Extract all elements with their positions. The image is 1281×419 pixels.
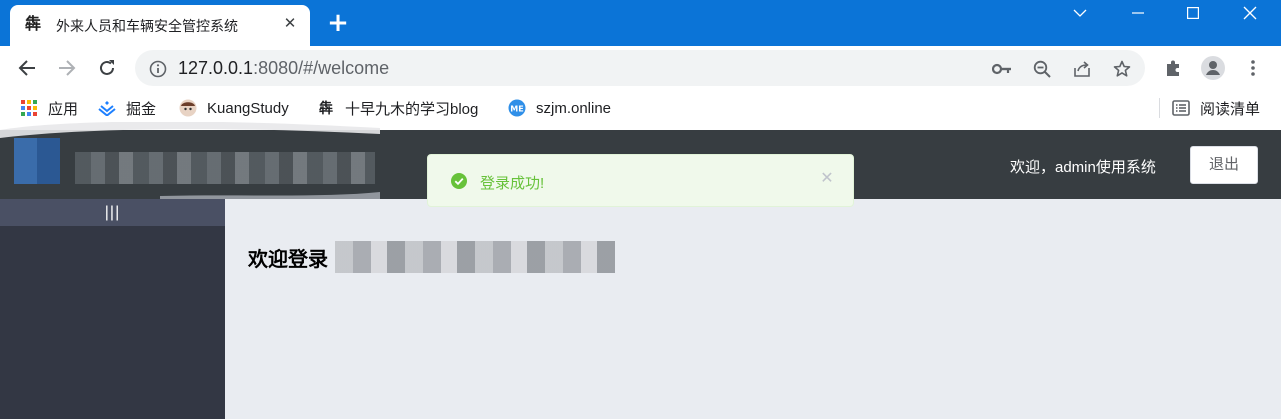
bookmark-label: KuangStudy — [207, 99, 289, 117]
tab-close-icon[interactable]: ✕ — [278, 12, 302, 36]
welcome-heading: 欢迎登录 — [248, 249, 328, 271]
url-host: 127.0.0.1 — [178, 58, 254, 78]
zoom-out-icon[interactable] — [1029, 56, 1055, 82]
logout-button[interactable]: 退出 — [1190, 146, 1258, 184]
bookmark-star-icon[interactable] — [1109, 56, 1135, 82]
bookmark-label: 十早九木的学习blog — [345, 100, 479, 118]
bookmark-apps[interactable]: 应用 — [20, 98, 78, 118]
reading-list[interactable]: 阅读清单 — [1172, 98, 1260, 118]
bookmark-label: 应用 — [48, 100, 79, 118]
browser-tab[interactable]: 犇 外来人员和车辆安全管控系统 ✕ — [10, 5, 310, 46]
kuangstudy-avatar-icon — [179, 99, 197, 117]
back-arrow-icon[interactable] — [11, 52, 43, 84]
bookmark-label: szjm.online — [536, 99, 612, 117]
bookmark-szjm[interactable]: ME szjm.online — [508, 98, 611, 118]
success-toast: 登录成功! ✕ — [427, 154, 854, 207]
password-key-icon[interactable] — [989, 56, 1015, 82]
url-text[interactable]: 127.0.0.1:8080/#/welcome — [178, 58, 389, 79]
bookmark-blog[interactable]: 犇 十早九木的学习blog — [317, 98, 478, 118]
browser-toolbar: 127.0.0.1:8080/#/welcome — [0, 46, 1281, 90]
bookmarks-bar: 应用 掘金 KuangStudy 犇 十早九木的学习blog ME szjm.o… — [0, 90, 1281, 126]
bookmark-label: 掘金 — [126, 100, 157, 118]
reload-icon[interactable] — [91, 52, 123, 84]
juejin-icon — [98, 99, 116, 117]
maximize-icon[interactable] — [1165, 0, 1221, 26]
reading-list-icon — [1172, 99, 1190, 117]
toast-close-icon[interactable]: ✕ — [819, 171, 835, 187]
close-window-icon[interactable] — [1222, 0, 1278, 26]
bookmarks-divider — [1159, 98, 1160, 118]
forward-arrow-icon[interactable] — [51, 52, 83, 84]
tab-favicon-icon: 犇 — [25, 14, 42, 33]
success-check-icon — [451, 173, 467, 189]
reading-list-label: 阅读清单 — [1200, 100, 1261, 118]
more-menu-icon[interactable] — [1237, 52, 1269, 84]
bookmark-kuangstudy[interactable]: KuangStudy — [179, 98, 289, 118]
new-tab-button[interactable]: + — [322, 8, 354, 40]
szjm-icon: ME — [508, 99, 526, 117]
tab-title: 外来人员和车辆安全管控系统 — [56, 18, 238, 34]
heading-redaction — [335, 241, 615, 273]
url-path: :8080/#/welcome — [253, 58, 390, 78]
welcome-user-text: 欢迎，admin使用系统 — [1010, 159, 1156, 176]
extensions-puzzle-icon[interactable] — [1157, 52, 1189, 84]
toast-message: 登录成功! — [480, 175, 545, 192]
sidebar-toggle-button[interactable]: ||| — [0, 199, 225, 226]
main-content: 欢迎登录 — [225, 199, 1281, 419]
blog-favicon-icon: 犇 — [319, 101, 333, 117]
address-bar[interactable]: 127.0.0.1:8080/#/welcome — [135, 50, 1145, 86]
browser-titlebar: 犇 外来人员和车辆安全管控系统 ✕ + — [0, 0, 1281, 46]
bookmark-juejin[interactable]: 掘金 — [98, 98, 156, 118]
tab-search-chevron-icon[interactable] — [1052, 0, 1108, 26]
logo-redaction — [14, 138, 60, 184]
minimize-icon[interactable] — [1110, 0, 1166, 26]
apps-grid-icon — [20, 99, 38, 117]
app-title-redaction — [75, 152, 375, 184]
svg-text:ME: ME — [510, 104, 523, 113]
share-icon[interactable] — [1069, 56, 1095, 82]
sidebar: ||| — [0, 199, 225, 419]
profile-avatar-icon[interactable] — [1197, 52, 1229, 84]
site-info-icon[interactable] — [145, 56, 171, 82]
